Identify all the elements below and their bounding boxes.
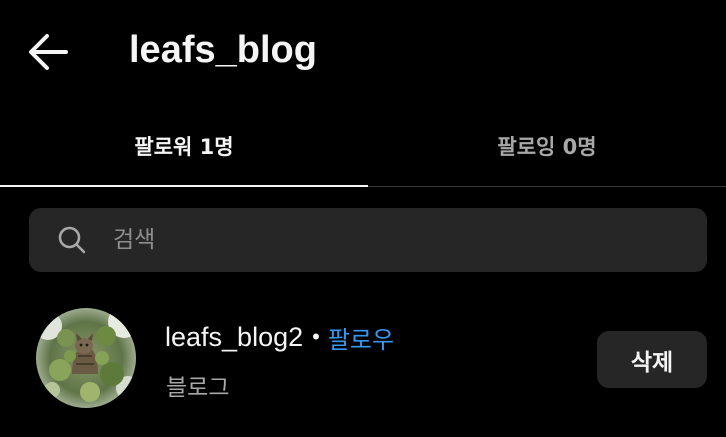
arrow-left-icon bbox=[29, 34, 68, 70]
avatar-image bbox=[36, 308, 136, 408]
tab-following[interactable]: 팔로잉 0명 bbox=[368, 106, 726, 186]
page-title: leafs_blog bbox=[129, 29, 317, 71]
tab-followers-label: 팔로워 1명 bbox=[134, 135, 234, 159]
avatar[interactable] bbox=[36, 308, 136, 408]
follower-full-name: 블로그 bbox=[166, 375, 230, 401]
tab-following-label: 팔로잉 0명 bbox=[497, 135, 597, 159]
follower-name-line: leafs_blog2 • 팔로우 bbox=[165, 320, 394, 354]
active-tab-indicator bbox=[0, 185, 368, 187]
list-item[interactable]: leafs_blog2 • 팔로우 블로그 삭제 bbox=[0, 300, 726, 410]
search-input[interactable] bbox=[113, 208, 683, 272]
follow-button[interactable]: 팔로우 bbox=[328, 320, 394, 355]
tab-followers[interactable]: 팔로워 1명 bbox=[0, 106, 368, 187]
back-button[interactable] bbox=[22, 28, 74, 76]
separator-dot: • bbox=[312, 324, 320, 349]
search-bar bbox=[29, 208, 707, 272]
header: leafs_blog bbox=[0, 0, 726, 100]
follower-username[interactable]: leafs_blog2 bbox=[165, 322, 303, 353]
remove-follower-button[interactable]: 삭제 bbox=[597, 331, 707, 388]
tab-bar: 팔로워 1명 팔로잉 0명 bbox=[0, 106, 726, 187]
search-icon bbox=[58, 226, 86, 254]
